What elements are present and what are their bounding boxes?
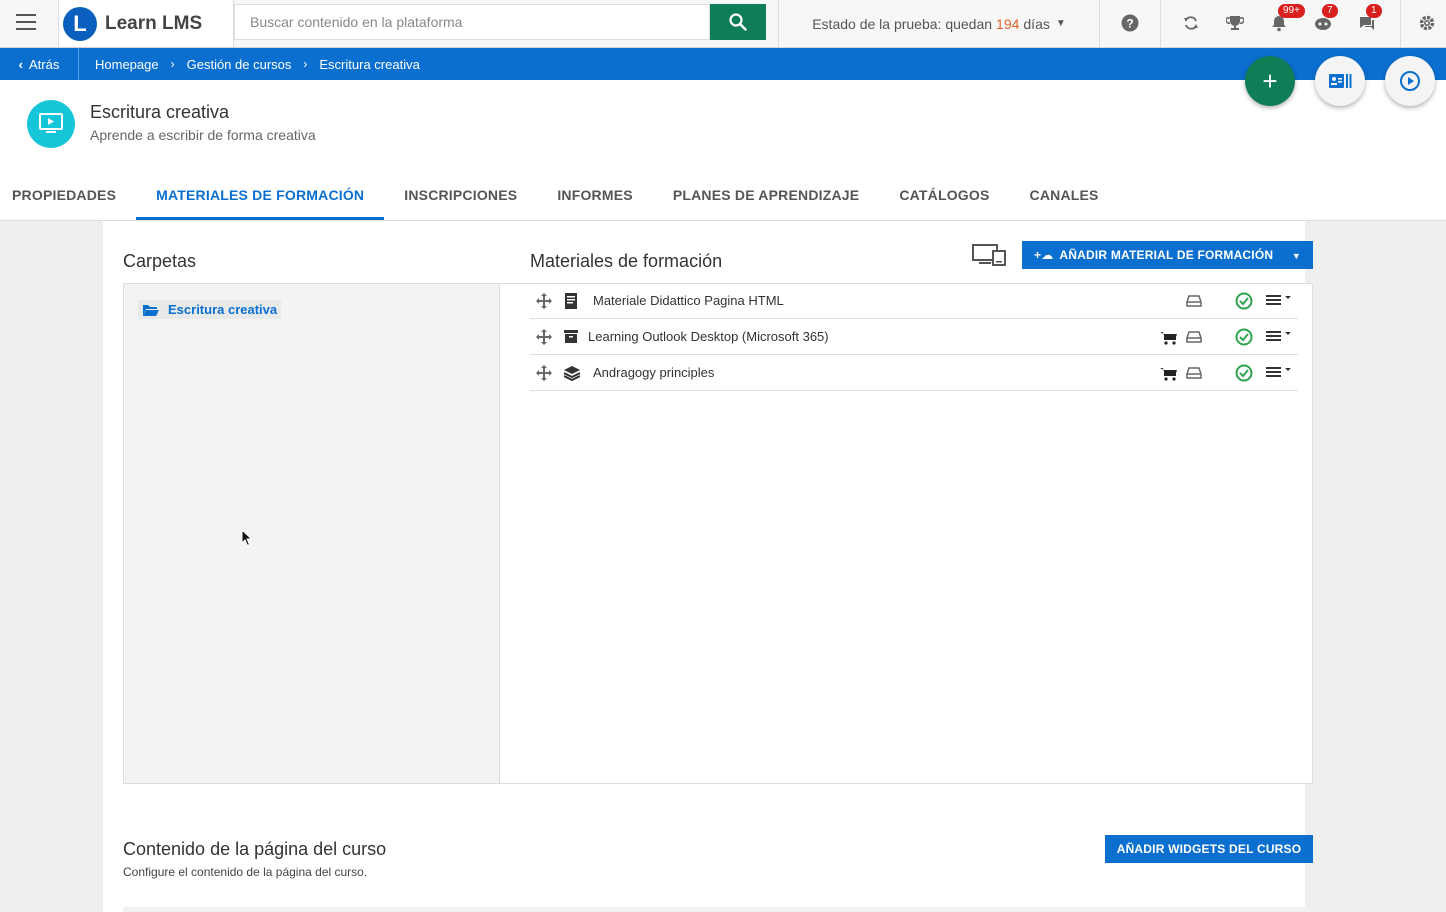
notifications-badge: 99+	[1278, 4, 1305, 18]
tab-bar: PROPIEDADES MATERIALES DE FORMACIÓN INSC…	[0, 176, 1119, 220]
tab-learning-plans[interactable]: PLANES DE APRENDIZAJE	[653, 176, 880, 220]
back-label: Atrás	[29, 56, 60, 72]
html-page-icon	[565, 293, 577, 309]
move-handle-icon[interactable]	[536, 365, 552, 381]
tab-properties[interactable]: PROPIEDADES	[0, 176, 136, 220]
back-button[interactable]: ‹ Atrás	[0, 48, 79, 80]
cart-icon[interactable]	[1160, 331, 1178, 345]
widgets-subtitle: Configure el contenido de la página del …	[123, 865, 368, 879]
svg-text:?: ?	[1126, 17, 1133, 31]
notifications-icon[interactable]: 99+	[1268, 4, 1305, 34]
help-icon[interactable]: ?	[1119, 12, 1141, 34]
tab-enrollments[interactable]: INSCRIPCIONES	[384, 176, 537, 220]
trophy-icon[interactable]	[1224, 12, 1246, 34]
move-handle-icon[interactable]	[536, 329, 552, 345]
drive-icon[interactable]	[1186, 331, 1202, 343]
caret-down-icon: ▼	[1055, 18, 1066, 29]
tab-reports[interactable]: INFORMES	[537, 176, 653, 220]
breadcrumb-course-management[interactable]: Gestión de cursos	[187, 57, 292, 72]
tab-catalogs[interactable]: CATÁLOGOS	[879, 176, 1009, 220]
breadcrumb: Homepage › Gestión de cursos › Escritura…	[95, 48, 420, 80]
add-material-icon: +☁	[1034, 248, 1054, 262]
list-item[interactable]: Materiale Didattico Pagina HTML	[530, 283, 1298, 319]
list-item[interactable]: Learning Outlook Desktop (Microsoft 365)	[530, 319, 1298, 355]
widgets-title: Contenido de la página del curso	[123, 839, 387, 859]
plus-icon: +	[1262, 65, 1278, 96]
bot-badge: 7	[1322, 4, 1338, 18]
cart-icon[interactable]	[1160, 367, 1178, 381]
logo-text: Learn LMS	[105, 12, 203, 34]
logo-mark: L	[63, 6, 97, 41]
caret-down-icon: ▼	[1291, 251, 1301, 261]
row-menu-icon[interactable]	[1266, 366, 1294, 378]
trial-days: 194	[996, 15, 1020, 32]
sync-icon[interactable]	[1180, 12, 1202, 34]
list-item[interactable]: Andragogy principles	[530, 355, 1298, 391]
play-circle-icon	[1400, 71, 1420, 91]
play-fab-button[interactable]	[1385, 56, 1435, 106]
folder-item[interactable]: Escritura creativa	[138, 300, 282, 319]
content-card: Carpetas Escritura creativa Materiales d…	[103, 221, 1313, 912]
add-course-widgets-button[interactable]: AÑADIR WIDGETS DEL CURSO	[1105, 835, 1313, 863]
check-circle-icon[interactable]	[1235, 364, 1253, 382]
folder-label: Escritura creativa	[168, 302, 278, 317]
chat-icon[interactable]: 1	[1356, 4, 1382, 34]
course-header: Escritura creativa Aprende a escribir de…	[0, 80, 1446, 221]
menu-icon[interactable]	[16, 14, 36, 34]
layers-icon	[564, 366, 580, 381]
trial-status[interactable]: Estado de la prueba: quedan 194 días ▼	[778, 0, 1100, 47]
trial-prefix: Estado de la prueba: quedan	[812, 15, 993, 32]
folders-panel: Escritura creativa	[123, 283, 500, 784]
package-icon	[564, 330, 578, 343]
row-menu-icon[interactable]	[1266, 330, 1294, 342]
drive-icon[interactable]	[1186, 295, 1202, 307]
trial-suffix: días	[1023, 15, 1050, 32]
chevron-right-icon: ›	[303, 57, 308, 71]
materials-title: Materiales de formación	[530, 251, 723, 271]
top-bar: L Learn LMS Buscar contenido en la plata…	[0, 0, 1446, 48]
material-name: Andragogy principles	[593, 365, 715, 380]
search-button[interactable]	[710, 4, 766, 40]
course-type-icon	[27, 100, 75, 148]
add-fab-button[interactable]: +	[1245, 56, 1295, 106]
id-card-icon	[1329, 74, 1352, 88]
check-circle-icon[interactable]	[1235, 292, 1253, 310]
folders-title: Carpetas	[123, 251, 197, 271]
add-training-material-label: AÑADIR MATERIAL DE FORMACIÓN	[1059, 248, 1274, 262]
breadcrumb-bar: ‹ Atrás Homepage › Gestión de cursos › E…	[0, 48, 1446, 80]
add-training-material-button[interactable]: +☁ AÑADIR MATERIAL DE FORMACIÓN ▼	[1022, 241, 1313, 269]
chevron-right-icon: ›	[170, 57, 175, 71]
settings-icon[interactable]	[1416, 12, 1438, 34]
check-circle-icon[interactable]	[1235, 328, 1253, 346]
breadcrumb-homepage[interactable]: Homepage	[95, 57, 159, 72]
material-name: Materiale Didattico Pagina HTML	[593, 293, 784, 308]
mouse-cursor-icon	[241, 529, 253, 547]
search-input[interactable]: Buscar contenido en la plataforma	[234, 4, 710, 40]
page-subtitle: Aprende a escribir de forma creativa	[90, 127, 316, 143]
course-card-fab-button[interactable]	[1315, 56, 1365, 106]
search-icon	[729, 13, 747, 31]
move-handle-icon[interactable]	[536, 293, 552, 309]
devices-icon[interactable]	[971, 243, 1007, 272]
breadcrumb-current: Escritura creativa	[319, 56, 420, 72]
page-title: Escritura creativa	[90, 102, 230, 122]
bot-icon[interactable]: 7	[1312, 4, 1338, 34]
drive-icon[interactable]	[1186, 367, 1202, 379]
tab-channels[interactable]: CANALES	[1010, 176, 1119, 220]
material-name: Learning Outlook Desktop (Microsoft 365)	[588, 329, 829, 344]
chevron-left-icon: ‹	[18, 56, 23, 72]
chat-badge: 1	[1366, 4, 1382, 18]
logo[interactable]: L Learn LMS	[58, 0, 234, 47]
widgets-area	[123, 907, 1313, 912]
tab-training-materials[interactable]: MATERIALES DE FORMACIÓN	[136, 176, 385, 220]
folder-open-icon	[143, 304, 159, 316]
row-menu-icon[interactable]	[1266, 294, 1294, 306]
